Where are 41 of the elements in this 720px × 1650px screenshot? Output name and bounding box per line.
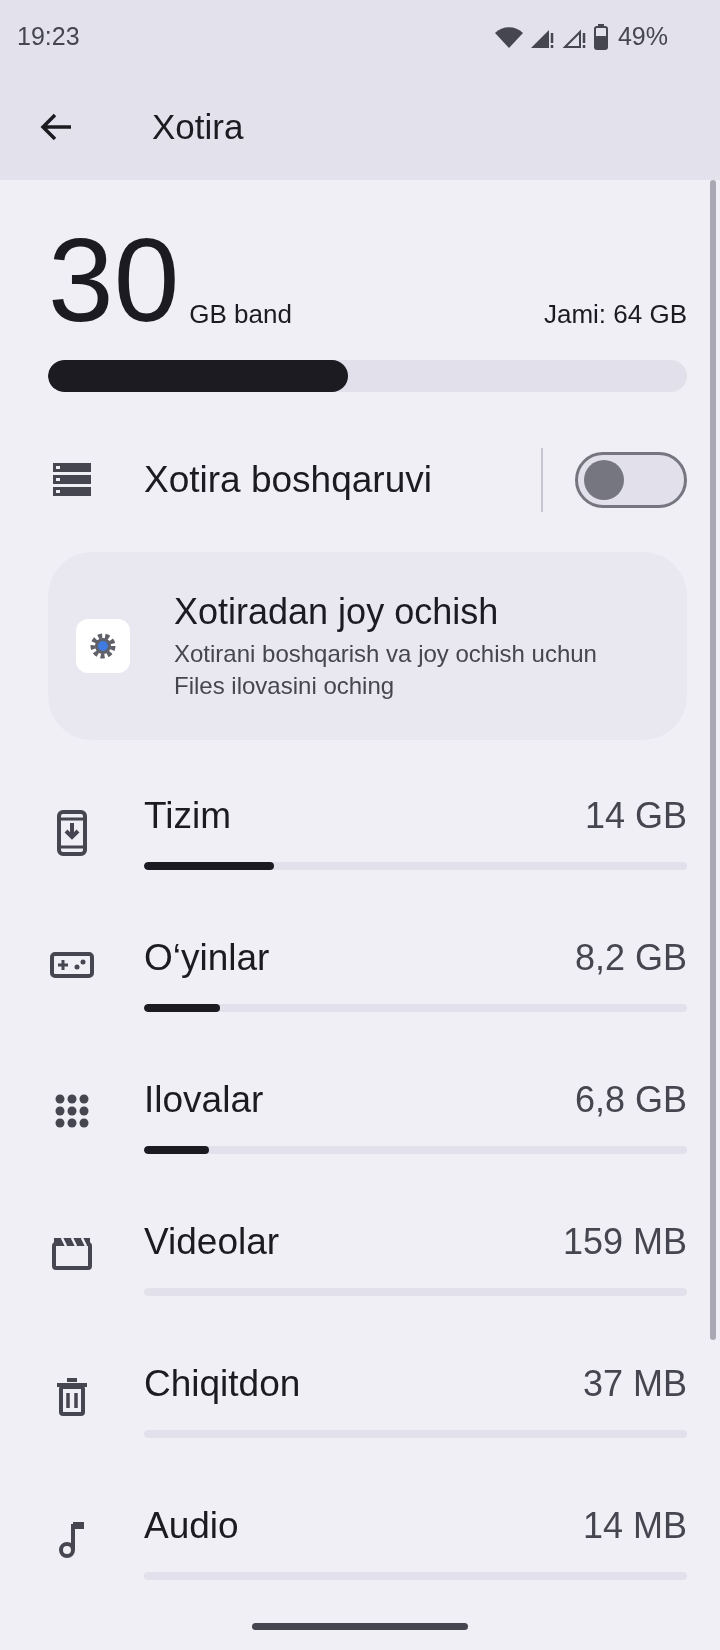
storage-category-row[interactable]: Tizim 14 GB [48, 778, 687, 920]
free-up-card[interactable]: Xotiradan joy ochish Xotirani boshqarish va joy ochish uchun Files ilovasini oching [48, 552, 687, 740]
storage-category-row[interactable]: Chiqitdon 37 MB [48, 1346, 687, 1488]
storage-category-row[interactable]: Ilovalar 6,8 GB [48, 1062, 687, 1204]
page-title: Xotira [152, 105, 244, 148]
category-size: 37 MB [582, 1361, 687, 1406]
apps-grid-icon [55, 1094, 89, 1128]
storage-manager-label: Xotira boshqaruvi [144, 458, 433, 503]
music-note-icon [59, 1520, 85, 1558]
category-size: 159 MB [562, 1219, 687, 1264]
storage-category-row[interactable]: Videolar 159 MB [48, 1204, 687, 1346]
category-name: Videolar [144, 1220, 280, 1264]
category-size: 14 MB [582, 1503, 687, 1548]
category-name: Tizim [144, 794, 231, 838]
wifi-icon [493, 25, 524, 49]
used-unit: GB band [189, 298, 292, 331]
storage-category-row[interactable]: O‘yinlar 8,2 GB [48, 920, 687, 1062]
storage-manager-switch[interactable] [575, 452, 687, 508]
storage-category-row[interactable]: Audio 14 MB [48, 1488, 687, 1630]
total-capacity: Jami: 64 GB [543, 298, 687, 331]
trash-icon [56, 1378, 88, 1416]
category-name: O‘yinlar [144, 936, 270, 980]
status-time: 19:23 [17, 21, 80, 53]
gamepad-icon [50, 952, 94, 978]
scrollbar[interactable] [710, 180, 716, 1340]
gear-icon [90, 633, 116, 659]
category-size: 6,8 GB [574, 1077, 687, 1122]
phone-download-icon [57, 810, 87, 856]
card-title: Xotiradan joy ochish [174, 590, 500, 634]
storage-list-icon [53, 463, 91, 497]
back-arrow-icon [40, 113, 72, 141]
category-size: 14 GB [584, 793, 687, 838]
battery-icon [593, 24, 608, 50]
clapperboard-icon [52, 1236, 92, 1270]
category-name: Ilovalar [144, 1078, 264, 1122]
category-name: Audio [144, 1504, 239, 1548]
card-description: Xotirani boshqarish va joy ochish uchun Files ilovasini oching [174, 639, 598, 701]
battery-percent: 49% [617, 21, 668, 53]
category-name: Chiqitdon [144, 1362, 301, 1406]
category-size: 8,2 GB [574, 935, 687, 980]
used-amount: 30 [48, 230, 180, 330]
